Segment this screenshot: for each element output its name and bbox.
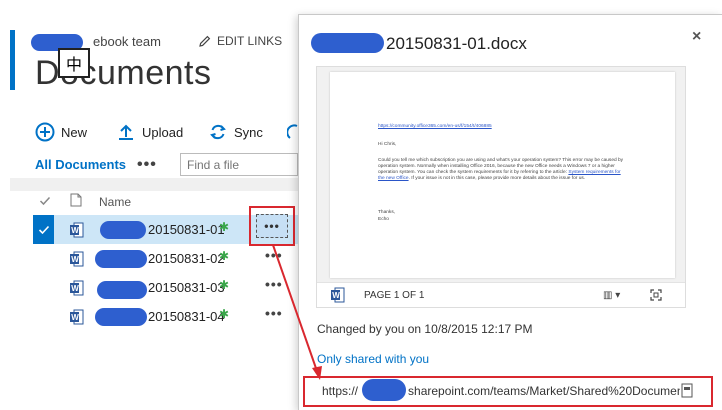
site-name-link[interactable]: ebook team [93, 34, 161, 49]
fullscreen-icon[interactable] [650, 289, 662, 301]
svg-text:W: W [332, 291, 340, 300]
callout-title[interactable]: 20150831-01.docx [386, 34, 527, 54]
svg-text:W: W [71, 226, 79, 235]
preview-body: Could you tell me which subscription you… [378, 158, 624, 181]
sync-button[interactable]: Sync [208, 122, 263, 142]
new-item-icon: ✱ [219, 249, 230, 263]
row-more-button[interactable]: ••• [265, 305, 283, 321]
new-item-icon: ✱ [219, 220, 230, 234]
site-accent-bar [10, 30, 15, 90]
new-label: New [61, 124, 88, 140]
edit-links-label: EDIT LINKS [217, 34, 283, 48]
new-item-icon: ✱ [219, 278, 230, 292]
view-mode-icon[interactable]: ▥ ▾ [603, 290, 620, 301]
file-type-header-icon [70, 193, 82, 207]
preview-signature: Echo [378, 217, 389, 222]
file-name-link[interactable]: 20150831-01 [148, 222, 225, 237]
view-all-documents[interactable]: All Documents [35, 157, 126, 172]
changed-by-text: Changed by you on 10/8/2015 12:17 PM [317, 322, 533, 336]
file-name-link[interactable]: 20150831-03 [148, 280, 225, 295]
list-header-strip [10, 178, 298, 191]
row-more-button[interactable]: ••• [265, 247, 283, 263]
redacted-filename-prefix [95, 308, 147, 326]
word-doc-icon: W [70, 309, 84, 325]
upload-icon [119, 124, 133, 140]
find-a-file-input[interactable] [180, 153, 298, 176]
row-checkbox[interactable] [33, 215, 54, 244]
sync-icon [210, 124, 226, 140]
redacted-title-prefix [311, 33, 384, 53]
copy-icon[interactable] [681, 383, 693, 398]
plus-circle-icon [35, 122, 55, 142]
select-all-check-icon[interactable] [39, 195, 51, 207]
redacted-filename-prefix [97, 281, 147, 299]
row-more-button[interactable]: ••• [265, 276, 283, 292]
table-row[interactable]: W 20150831-02 ✱ ••• [33, 244, 298, 273]
name-column-header[interactable]: Name [99, 195, 131, 209]
page-indicator: PAGE 1 OF 1 [364, 290, 425, 301]
sharing-status-link[interactable]: Only shared with you [317, 352, 429, 366]
word-doc-icon: W [70, 222, 84, 238]
new-button[interactable]: New [35, 122, 87, 142]
file-name-link[interactable]: 20150831-04 [148, 309, 225, 324]
svg-text:W: W [71, 284, 79, 293]
sync-label: Sync [234, 124, 263, 140]
preview-link-line: https://community.office365.com/en-us/f/… [378, 124, 492, 129]
word-doc-icon: W [70, 280, 84, 296]
upload-label: Upload [142, 124, 184, 140]
file-name-link[interactable]: 20150831-02 [148, 251, 225, 266]
ime-indicator: 中 [58, 48, 90, 78]
redacted-url-tenant [362, 379, 406, 401]
edit-links-button[interactable]: EDIT LINKS [199, 34, 282, 48]
svg-text:W: W [71, 255, 79, 264]
close-icon[interactable]: × [692, 28, 701, 46]
table-row[interactable]: W 20150831-04 ✱ ••• [33, 302, 298, 331]
check-icon [38, 225, 49, 234]
pencil-icon [199, 35, 211, 47]
svg-text:W: W [71, 313, 79, 322]
redacted-filename-prefix [95, 250, 147, 268]
annotation-box-ellipsis [249, 206, 295, 246]
table-row[interactable]: W 20150831-03 ✱ ••• [33, 273, 298, 302]
view-more-button[interactable]: ••• [137, 156, 157, 174]
preview-greeting: Hi Chris, [378, 142, 397, 147]
redacted-filename-prefix [100, 221, 146, 239]
word-doc-icon: W [331, 287, 345, 303]
word-doc-icon: W [70, 251, 84, 267]
upload-button[interactable]: Upload [116, 122, 183, 142]
preview-closing: Thanks, [378, 210, 396, 215]
new-item-icon: ✱ [219, 307, 230, 321]
